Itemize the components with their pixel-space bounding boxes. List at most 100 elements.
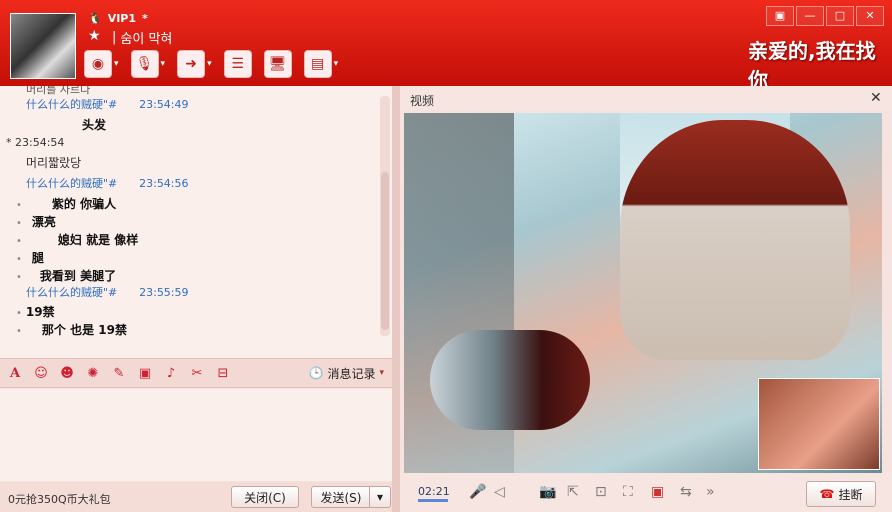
- dropdown-arrow-icon[interactable]: ▾: [334, 59, 339, 69]
- message-board-icon: ☰: [223, 50, 252, 78]
- history-icon: 🕒: [308, 366, 324, 380]
- emoji-icon[interactable]: ☺: [32, 364, 50, 382]
- message-text: 头发: [82, 118, 107, 132]
- message-text: 漂亮: [31, 215, 56, 229]
- message-row: • 那个 也是 19禁: [16, 321, 127, 338]
- chat-toolbar: A ☺ ☻ ✺ ✎ ▣ ♪ ✂ ⊟ 🕒 消息记录 ▾: [0, 358, 392, 388]
- rotate-icon[interactable]: ⇆: [680, 484, 692, 500]
- dropdown-arrow-icon[interactable]: ▾: [207, 59, 212, 69]
- hangup-label: 挂断: [838, 487, 863, 502]
- message-header: 什么什么的贼硬"# 23:54:56: [26, 175, 189, 191]
- message-text: 머리짧랐당: [26, 156, 82, 170]
- chat-scrollbar-thumb[interactable]: [381, 172, 389, 330]
- message-history-label: 消息记录: [327, 366, 376, 381]
- banner[interactable]: 亲爱的,我在找你: [748, 39, 892, 92]
- call-timer: 02:21: [418, 485, 450, 498]
- message-time: 23:54:49: [139, 98, 189, 111]
- fullscreen-icon[interactable]: ⛶: [623, 484, 633, 500]
- edit-icon[interactable]: ✎: [110, 364, 128, 382]
- close-window-button[interactable]: ✕: [856, 6, 884, 26]
- mic-icon[interactable]: 🎤: [469, 484, 486, 500]
- message-text: 紫的 你骗人: [51, 197, 117, 211]
- pip-icon[interactable]: ▣: [651, 484, 664, 500]
- music-icon[interactable]: ♪: [162, 364, 180, 382]
- toolbar-remote[interactable]: 🖥: [263, 50, 292, 78]
- chat-history[interactable]: 머리를 자르다 什么什么的贼硬"# 23:54:49 头发 * 23:54:54…: [0, 86, 392, 358]
- sender-name[interactable]: 什么什么的贼硬"#: [26, 177, 117, 190]
- promo-link[interactable]: 0元抢350Q币大礼包: [8, 491, 111, 507]
- font-icon[interactable]: A: [6, 364, 24, 382]
- more-icon[interactable]: »: [706, 484, 715, 500]
- message-text: 媳妇 就是 像样: [57, 233, 139, 247]
- star-icon[interactable]: ★: [88, 28, 101, 44]
- video-title: 视频: [410, 94, 435, 108]
- gift-icon[interactable]: ⊟: [214, 364, 232, 382]
- send-button[interactable]: 发送(S): [311, 486, 371, 508]
- voice-icon: 🎙: [130, 50, 159, 78]
- maximize-button[interactable]: □: [826, 6, 854, 26]
- message-input[interactable]: [0, 389, 392, 481]
- nickname-row: | 숨이 막혀: [112, 28, 172, 47]
- sender-name[interactable]: 什么什么的贼硬"#: [26, 98, 117, 111]
- window-buttons: ▣ — □ ✕: [766, 6, 884, 26]
- remote-assist-icon: 🖥: [263, 50, 292, 78]
- toolbar-file[interactable]: ➜ ▾: [177, 50, 212, 78]
- message-text: 腿: [31, 251, 44, 265]
- nickname-separator: |: [112, 30, 117, 45]
- toolbar-video[interactable]: ◉ ▾: [84, 50, 119, 78]
- toolbar-voice[interactable]: 🎙 ▾: [130, 50, 166, 78]
- image-icon[interactable]: ▣: [136, 364, 154, 382]
- microphone: [430, 330, 590, 430]
- self-view[interactable]: [758, 378, 880, 470]
- toolbar-app[interactable]: ▤ ▾: [303, 50, 339, 78]
- penguin-icon: 🐧: [88, 12, 102, 25]
- nickname[interactable]: 숨이 막혀: [120, 28, 172, 47]
- sender-name[interactable]: 什么什么的贼硬"#: [26, 286, 117, 299]
- bullet: •: [16, 236, 22, 247]
- message-text: 我看到 美腿了: [39, 269, 117, 283]
- menu-button[interactable]: ▣: [766, 6, 794, 26]
- dropdown-arrow-icon[interactable]: ▾: [161, 59, 166, 69]
- call-timer-bar: [418, 499, 448, 502]
- send-options-button[interactable]: ▾: [369, 486, 391, 508]
- message-row: • 19禁: [16, 303, 55, 320]
- video-header: [400, 86, 892, 110]
- vip-row: 🐧 VIP1 *: [88, 12, 148, 25]
- close-button[interactable]: 关闭(C): [231, 486, 299, 508]
- message-time: 23:54:56: [139, 177, 189, 190]
- toolbar: ◉ ▾ 🎙 ▾ ➜ ▾ ☰ 🖥 ▤ ▾: [84, 50, 338, 78]
- bullet: •: [16, 326, 22, 337]
- bullet: •: [16, 308, 22, 319]
- toolbar-message[interactable]: ☰: [223, 50, 252, 78]
- scissors-icon[interactable]: ✂: [188, 364, 206, 382]
- message-row: • 漂亮: [16, 213, 56, 230]
- video-icon: ◉: [84, 50, 112, 78]
- face-icon[interactable]: ☻: [58, 364, 76, 382]
- camera-icon[interactable]: 📷: [539, 484, 556, 500]
- chevron-down-icon: ▾: [379, 368, 384, 378]
- close-icon[interactable]: ✕: [870, 90, 882, 106]
- hangup-button[interactable]: ☎ 挂断: [806, 481, 876, 507]
- message-meta: * 23:54:54: [6, 136, 65, 149]
- bullet: •: [16, 272, 22, 283]
- message-row: • 我看到 美腿了: [16, 267, 116, 284]
- phone-hangup-icon: ☎: [819, 487, 835, 501]
- speaker-icon[interactable]: ◁: [494, 484, 505, 500]
- swap-icon[interactable]: ⊡: [595, 484, 607, 500]
- dropdown-arrow-icon[interactable]: ▾: [114, 59, 119, 69]
- message-text: 那个 也是 19禁: [41, 323, 127, 337]
- avatar[interactable]: [10, 13, 76, 79]
- panel-divider[interactable]: [392, 86, 400, 512]
- bullet: •: [16, 218, 22, 229]
- bullet: •: [16, 200, 22, 211]
- message-header: 什么什么的贼硬"# 23:54:49: [26, 96, 189, 112]
- share-icon[interactable]: ⇱: [567, 484, 579, 500]
- message-history-button[interactable]: 🕒 消息记录 ▾: [309, 365, 385, 382]
- message-text: 19禁: [25, 305, 55, 319]
- bullet: •: [16, 254, 22, 265]
- minimize-button[interactable]: —: [796, 6, 824, 26]
- magic-face-icon[interactable]: ✺: [84, 364, 102, 382]
- vip-mark: *: [142, 12, 148, 25]
- message-header: 什么什么的贼硬"# 23:55:59: [26, 284, 189, 300]
- app-icon: ▤: [303, 50, 332, 78]
